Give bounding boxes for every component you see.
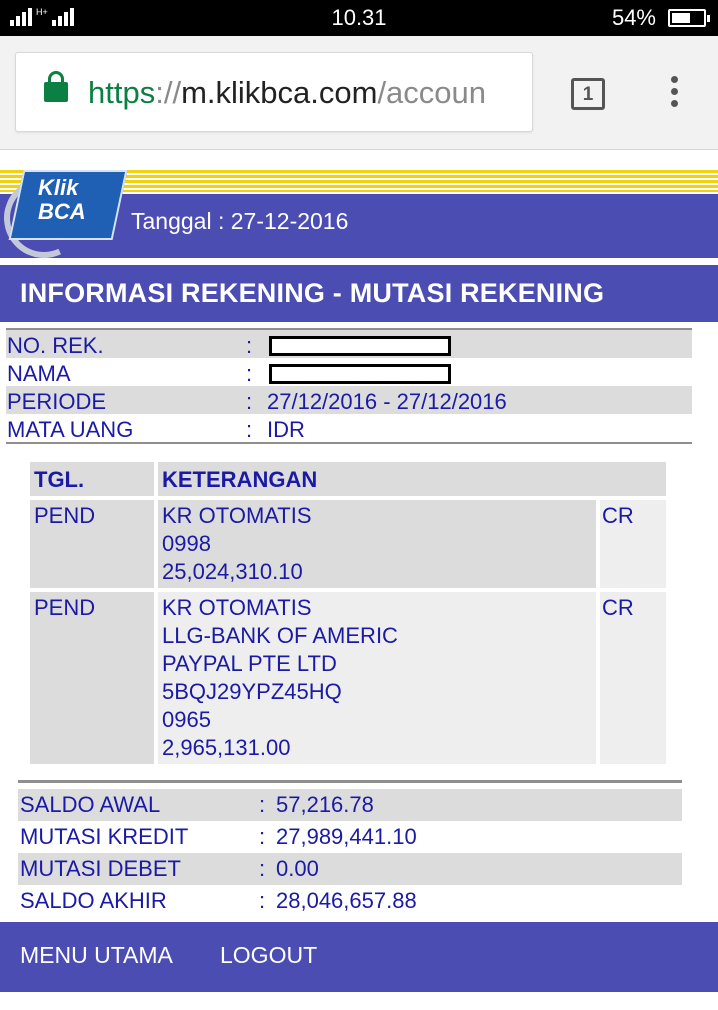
battery-icon bbox=[668, 9, 710, 27]
info-colon: : bbox=[246, 389, 253, 414]
column-header-keterangan: KETERANGAN bbox=[162, 467, 318, 492]
total-value: 0.00 bbox=[276, 856, 319, 881]
lock-icon bbox=[44, 71, 68, 102]
table-cell-description: KR OTOMATIS 0998 25,024,310.10 bbox=[158, 500, 596, 588]
tab-switcher-button[interactable]: 1 bbox=[571, 78, 605, 110]
table-cell-type: CR bbox=[600, 500, 666, 588]
info-colon: : bbox=[246, 361, 253, 386]
total-label: SALDO AWAL bbox=[20, 792, 161, 817]
description-line: 5BQJ29YPZ45HQ bbox=[162, 679, 342, 704]
total-value: 27,989,441.10 bbox=[276, 824, 417, 849]
row-description: KR OTOMATIS LLG-BANK OF AMERIC PAYPAL PT… bbox=[162, 594, 398, 762]
description-line: KR OTOMATIS bbox=[162, 503, 312, 528]
page-title: INFORMASI REKENING - MUTASI REKENING bbox=[20, 278, 605, 308]
address-bar[interactable]: https://m.klikbca.com/accoun bbox=[15, 52, 533, 132]
total-row-mutasi-debet: MUTASI DEBET : 0.00 bbox=[18, 853, 682, 885]
table-cell-date: PEND bbox=[30, 500, 154, 588]
info-row-mata-uang: MATA UANG : IDR bbox=[6, 414, 692, 442]
info-value: IDR bbox=[267, 417, 305, 442]
info-value: 27/12/2016 - 27/12/2016 bbox=[267, 389, 507, 414]
browser-toolbar: https://m.klikbca.com/accoun 1 bbox=[0, 36, 718, 150]
url-scheme: https bbox=[88, 75, 156, 110]
table-cell-date: PEND bbox=[30, 592, 154, 764]
total-row-saldo-awal: SALDO AWAL : 57,216.78 bbox=[18, 789, 682, 821]
menu-utama-link[interactable]: MENU UTAMA bbox=[20, 942, 173, 969]
total-label: SALDO AKHIR bbox=[20, 888, 167, 913]
description-line: 0965 bbox=[162, 707, 211, 732]
url-path: /accoun bbox=[377, 75, 487, 110]
total-row-mutasi-kredit: MUTASI KREDIT : 27,989,441.10 bbox=[18, 821, 682, 853]
logo-line-2: BCA bbox=[38, 199, 86, 224]
table-cell-description: KR OTOMATIS LLG-BANK OF AMERIC PAYPAL PT… bbox=[158, 592, 596, 764]
info-label: NAMA bbox=[7, 361, 71, 386]
row-date: PEND bbox=[34, 595, 96, 620]
description-line: KR OTOMATIS bbox=[162, 595, 312, 620]
table-header-cell: TGL. bbox=[30, 462, 154, 496]
description-line: 2,965,131.00 bbox=[162, 735, 291, 760]
logout-link[interactable]: LOGOUT bbox=[220, 942, 317, 969]
total-value: 28,046,657.88 bbox=[276, 888, 417, 913]
info-label: MATA UANG bbox=[7, 417, 134, 442]
description-line: 25,024,310.10 bbox=[162, 559, 303, 584]
table-header-cell: KETERANGAN bbox=[158, 462, 666, 496]
total-colon: : bbox=[259, 888, 266, 913]
total-label: MUTASI DEBET bbox=[20, 856, 181, 881]
description-line: PAYPAL PTE LTD bbox=[162, 651, 337, 676]
row-description: KR OTOMATIS 0998 25,024,310.10 bbox=[162, 502, 312, 586]
redaction-box bbox=[269, 336, 451, 356]
info-colon: : bbox=[246, 333, 253, 358]
total-colon: : bbox=[259, 824, 266, 849]
battery-percent: 54% bbox=[611, 5, 656, 30]
url-separator: :// bbox=[155, 75, 182, 110]
info-row-periode: PERIODE : 27/12/2016 - 27/12/2016 bbox=[6, 386, 692, 414]
totals-summary: SALDO AWAL : 57,216.78 MUTASI KREDIT : 2… bbox=[18, 780, 682, 917]
info-label: PERIODE bbox=[7, 389, 107, 414]
footer-menu: MENU UTAMA LOGOUT bbox=[0, 922, 718, 992]
total-row-saldo-akhir: SALDO AKHIR : 28,046,657.88 bbox=[18, 885, 682, 917]
total-colon: : bbox=[259, 856, 266, 881]
logo-line-1: Klik bbox=[38, 175, 79, 200]
description-line: LLG-BANK OF AMERIC bbox=[162, 623, 398, 648]
row-type: CR bbox=[602, 503, 634, 528]
site-header: Klik BCA Tanggal : 27-12-2016 bbox=[0, 150, 718, 270]
account-info: NO. REK. : NAMA : PERIODE : 27/12/2016 -… bbox=[6, 328, 692, 444]
info-colon: : bbox=[246, 417, 253, 442]
info-row-nama: NAMA : bbox=[6, 358, 692, 386]
table-cell-type: CR bbox=[600, 592, 666, 764]
page-title-bar: INFORMASI REKENING - MUTASI REKENING bbox=[0, 265, 718, 322]
status-bar: H+ 10.31 54% bbox=[0, 0, 718, 36]
total-label: MUTASI KREDIT bbox=[20, 824, 189, 849]
info-label: NO. REK. bbox=[7, 333, 104, 358]
kebab-menu-icon[interactable] bbox=[667, 76, 681, 116]
url-host: m.klikbca.com bbox=[181, 75, 378, 110]
klikbca-logo: Klik BCA bbox=[0, 160, 128, 270]
row-date: PEND bbox=[34, 503, 96, 528]
logo-text: Klik BCA bbox=[38, 176, 86, 224]
column-header-tgl: TGL. bbox=[34, 467, 85, 492]
header-date: Tanggal : 27-12-2016 bbox=[131, 208, 349, 234]
description-line: 0998 bbox=[162, 531, 211, 556]
url-text[interactable]: https://m.klikbca.com/accoun bbox=[88, 75, 528, 111]
total-colon: : bbox=[259, 792, 266, 817]
redaction-box bbox=[269, 364, 451, 384]
total-value: 57,216.78 bbox=[276, 792, 374, 817]
info-row-no-rek: NO. REK. : bbox=[6, 330, 692, 358]
clock: 10.31 bbox=[331, 5, 387, 30]
divider bbox=[18, 780, 682, 783]
row-type: CR bbox=[602, 595, 634, 620]
